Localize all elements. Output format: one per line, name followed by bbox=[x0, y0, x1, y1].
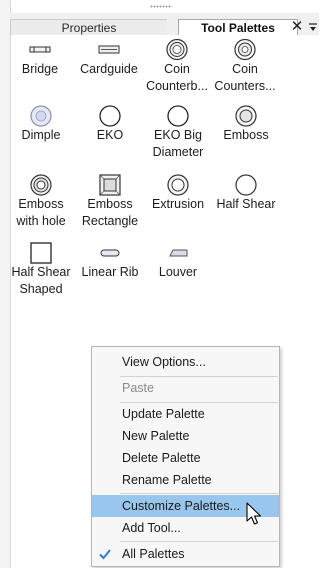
dimple-icon bbox=[30, 105, 52, 127]
tool-louver[interactable]: Louver bbox=[143, 242, 213, 281]
tool-dimple[interactable]: Dimple bbox=[6, 105, 76, 144]
tool-label: Emboss bbox=[223, 128, 269, 142]
tab-tool-palettes[interactable]: Tool Palettes bbox=[178, 19, 298, 35]
emboss-with-hole-icon bbox=[30, 174, 52, 196]
menu-item-rename-palette[interactable]: Rename Palette bbox=[92, 469, 279, 491]
tool-label: Half Shear Shaped bbox=[11, 265, 71, 296]
palette-context-menu: View Options... Paste Update Palette New… bbox=[91, 346, 280, 567]
check-icon bbox=[99, 549, 111, 560]
eko-big-diameter-icon bbox=[167, 105, 189, 127]
mouse-cursor-icon bbox=[246, 502, 262, 525]
louver-icon bbox=[169, 249, 188, 257]
tool-eko[interactable]: EKO bbox=[75, 105, 145, 144]
tool-label: Coin Counters... bbox=[214, 62, 276, 93]
menu-item-delete-palette[interactable]: Delete Palette bbox=[92, 447, 279, 469]
tool-label: Half Shear bbox=[216, 197, 276, 211]
tab-properties[interactable]: Properties bbox=[10, 19, 167, 35]
tool-label: EKO Big Diameter bbox=[152, 128, 204, 159]
tool-label: Emboss with hole bbox=[16, 197, 66, 228]
tool-label: Linear Rib bbox=[81, 265, 139, 279]
tool-emboss-rectangle[interactable]: Emboss Rectangle bbox=[75, 174, 145, 230]
tool-label: Coin Counterb... bbox=[146, 62, 208, 93]
tool-linear-rib[interactable]: Linear Rib bbox=[75, 242, 145, 281]
tool-label: Dimple bbox=[21, 128, 61, 142]
tool-emboss-with-hole[interactable]: Emboss with hole bbox=[6, 174, 76, 230]
close-icon[interactable]: ✕ bbox=[290, 19, 304, 35]
tool-coin-countersink[interactable]: Coin Counters... bbox=[210, 38, 280, 95]
palette-tab-bar: Properties Tool Palettes ✕ bbox=[10, 13, 319, 35]
menu-item-new-palette[interactable]: New Palette bbox=[92, 425, 279, 447]
menu-item-update-palette[interactable]: Update Palette bbox=[92, 403, 279, 425]
half-shear-shaped-icon bbox=[30, 242, 52, 264]
menu-item-all-palettes[interactable]: All Palettes bbox=[92, 543, 279, 565]
coin-counterbore-icon bbox=[166, 38, 188, 61]
tool-half-shear[interactable]: Half Shear bbox=[211, 174, 281, 213]
tool-label: Emboss Rectangle bbox=[81, 197, 139, 228]
coin-countersink-icon bbox=[234, 38, 256, 61]
linear-rib-icon bbox=[100, 249, 120, 257]
eko-icon bbox=[99, 105, 121, 127]
menu-separator bbox=[120, 493, 278, 494]
emboss-icon bbox=[235, 105, 257, 127]
tool-coin-counterbore[interactable]: Coin Counterb... bbox=[142, 38, 212, 95]
tool-bridge[interactable]: Bridge bbox=[5, 41, 75, 78]
palette-menu-arrow-icon[interactable] bbox=[307, 22, 319, 34]
tool-label: Extrusion bbox=[151, 197, 205, 211]
tool-cardguide[interactable]: Cardguide bbox=[74, 41, 144, 78]
panel-grip-handle[interactable] bbox=[150, 5, 172, 8]
tool-extrusion[interactable]: Extrusion bbox=[143, 174, 213, 213]
menu-separator bbox=[120, 541, 278, 542]
tool-emboss[interactable]: Emboss bbox=[211, 105, 281, 144]
tool-eko-big-diameter[interactable]: EKO Big Diameter bbox=[143, 105, 213, 161]
half-shear-icon bbox=[235, 174, 257, 196]
tool-label: EKO bbox=[96, 128, 124, 142]
cardguide-icon bbox=[98, 45, 120, 54]
extrusion-icon bbox=[167, 174, 189, 196]
tool-label: Bridge bbox=[21, 62, 59, 76]
tool-half-shear-shaped[interactable]: Half Shear Shaped bbox=[6, 242, 76, 298]
menu-item-paste: Paste bbox=[122, 381, 154, 395]
emboss-rectangle-icon bbox=[99, 174, 121, 196]
bridge-icon bbox=[29, 46, 51, 53]
menu-item-label: All Palettes bbox=[122, 547, 185, 561]
tool-label: Cardguide bbox=[80, 62, 138, 76]
tool-label: Louver bbox=[158, 265, 198, 279]
menu-item-view-options[interactable]: View Options... bbox=[92, 351, 279, 373]
